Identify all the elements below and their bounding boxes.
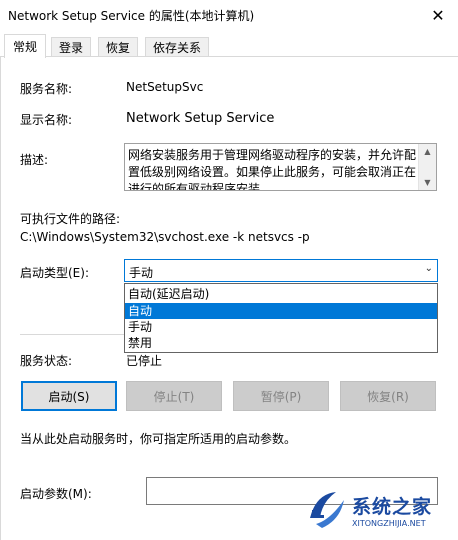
startup-type-current: 手动	[129, 266, 154, 280]
description-text: 网络安装服务用于管理网络驱动程序的安装，并允许配置低级别网络设置。如果停止此服务…	[128, 148, 417, 191]
startup-type-select[interactable]: 手动 ⌄	[124, 259, 438, 282]
divider	[20, 334, 128, 335]
option-auto[interactable]: 自动	[125, 303, 437, 319]
service-name-label: 服务名称:	[20, 82, 73, 96]
tab-label: 恢复	[105, 41, 130, 55]
description-scrollbar[interactable]: ▲ ▼	[418, 144, 436, 190]
description-label: 描述:	[20, 153, 49, 167]
exe-path-label: 可执行文件的路径:	[20, 212, 121, 226]
tab-logon[interactable]: 登录	[51, 37, 91, 57]
start-params-label: 启动参数(M):	[20, 487, 92, 501]
pause-button[interactable]: 暂停(P)	[233, 381, 329, 411]
description-box[interactable]: 网络安装服务用于管理网络驱动程序的安装，并允许配置低级别网络设置。如果停止此服务…	[124, 143, 437, 191]
watermark-logo-icon	[310, 492, 344, 528]
startup-type-dropdown: 自动(延迟启动) 自动 手动 禁用	[124, 283, 438, 353]
option-auto-delayed[interactable]: 自动(延迟启动)	[125, 286, 437, 302]
startup-type-label: 启动类型(E):	[20, 266, 89, 280]
tab-label: 常规	[12, 40, 37, 54]
service-status-value: 已停止	[126, 354, 163, 368]
start-params-hint: 当从此处启动服务时，你可指定所适用的启动参数。	[20, 432, 297, 446]
title-bar: Network Setup Service 的属性(本地计算机) ✕	[0, 0, 458, 30]
watermark-name: 系统之家	[352, 496, 433, 518]
tab-label: 登录	[58, 41, 83, 55]
option-disabled[interactable]: 禁用	[125, 335, 437, 351]
start-button[interactable]: 启动(S)	[21, 381, 117, 411]
service-status-label: 服务状态:	[20, 354, 73, 368]
resume-button[interactable]: 恢复(R)	[340, 381, 436, 411]
scroll-down-icon[interactable]: ▼	[419, 175, 436, 190]
service-name-value: NetSetupSvc	[126, 80, 204, 94]
watermark-url: XITONGZHIJIA.NET	[352, 519, 426, 528]
tab-label: 依存关系	[152, 41, 201, 55]
watermark: 系统之家 XITONGZHIJIA.NET	[306, 486, 456, 538]
close-icon: ✕	[431, 5, 445, 25]
tab-general[interactable]: 常规	[4, 34, 46, 58]
close-button[interactable]: ✕	[418, 0, 458, 30]
scroll-up-icon[interactable]: ▲	[419, 144, 436, 159]
window-title: Network Setup Service 的属性(本地计算机)	[8, 9, 255, 23]
tab-recovery[interactable]: 恢复	[98, 37, 138, 57]
option-manual[interactable]: 手动	[125, 319, 437, 335]
display-name-label: 显示名称:	[20, 113, 73, 127]
exe-path-value: C:\Windows\System32\svchost.exe -k netsv…	[20, 230, 310, 244]
display-name-value: Network Setup Service	[126, 111, 275, 126]
stop-button[interactable]: 停止(T)	[126, 381, 222, 411]
tab-dependencies[interactable]: 依存关系	[145, 37, 209, 57]
chevron-down-icon: ⌄	[424, 263, 433, 274]
